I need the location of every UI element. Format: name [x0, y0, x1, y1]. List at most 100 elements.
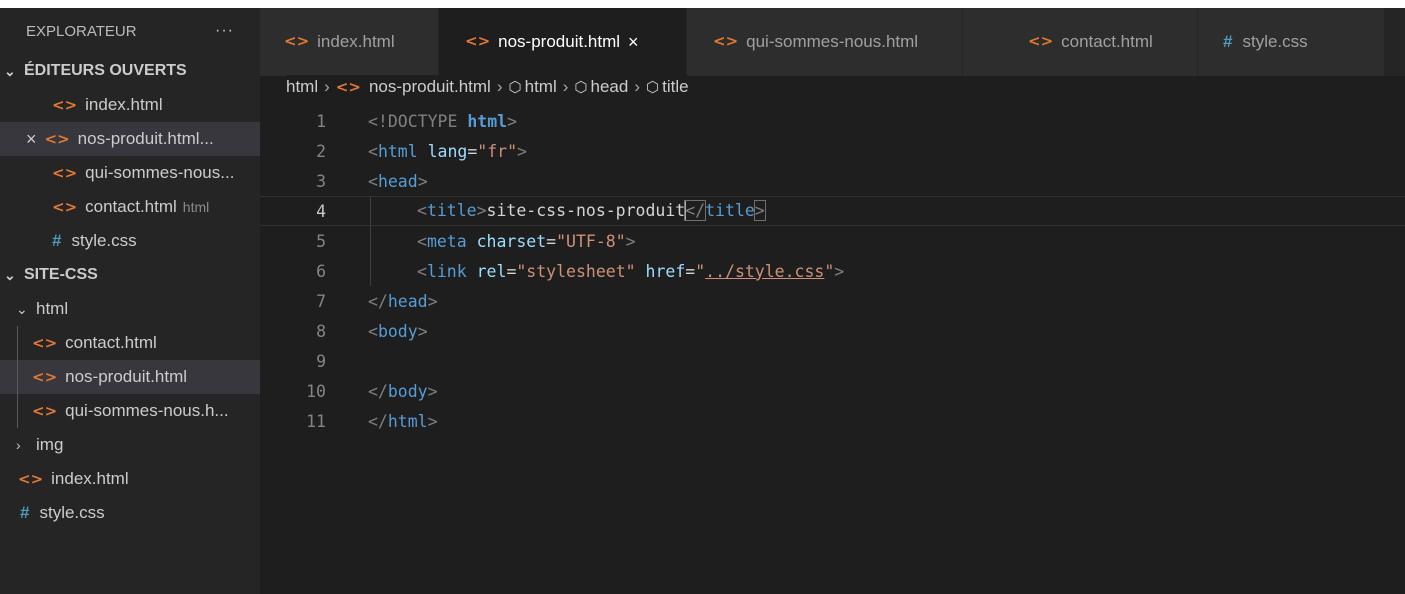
workspace-title: SITE-CSS: [24, 266, 98, 283]
token: <: [417, 231, 427, 251]
token: </: [684, 199, 707, 221]
tree-file-selected[interactable]: <> nos-produit.html: [0, 360, 260, 394]
token: <!DOCTYPE: [368, 111, 468, 131]
code-text: <html lang="fr">: [368, 142, 527, 161]
css-file-icon: #: [1223, 32, 1233, 51]
chevron-right-icon: ›: [634, 77, 641, 96]
token: meta: [426, 231, 467, 251]
code-line[interactable]: 7 </head>: [260, 286, 1405, 316]
indent-guide: [17, 394, 18, 428]
token: html: [467, 111, 508, 131]
breadcrumb-item[interactable]: head: [591, 77, 629, 97]
html-file-icon: <>: [32, 368, 58, 386]
token: <: [417, 261, 427, 281]
token: title: [426, 200, 477, 220]
token: lang: [417, 141, 468, 161]
tree-file[interactable]: <> contact.html: [0, 326, 260, 360]
open-editor-item[interactable]: <> qui-sommes-nous...: [0, 156, 260, 190]
html-file-icon: <>: [1028, 32, 1054, 50]
line-number: 3: [316, 171, 326, 191]
code-line[interactable]: 1 <!DOCTYPE html>: [260, 106, 1405, 136]
open-editor-item[interactable]: # style.css: [0, 224, 260, 258]
close-icon[interactable]: ×: [26, 129, 37, 150]
code-line[interactable]: 10 </body>: [260, 376, 1405, 406]
tree-file[interactable]: <> index.html: [0, 462, 260, 496]
token: ": [695, 261, 706, 281]
token: title: [705, 200, 755, 220]
line-number: 5: [316, 231, 326, 251]
open-editor-item[interactable]: <> contact.html html: [0, 190, 260, 224]
code-line[interactable]: 8 <body>: [260, 316, 1405, 346]
html-file-icon: <>: [713, 32, 739, 50]
token: =: [506, 261, 517, 281]
line-number: 2: [316, 141, 326, 161]
tree-file[interactable]: # style.css: [0, 496, 260, 530]
open-editor-label: contact.html: [85, 197, 177, 216]
code-text: </head>: [368, 292, 438, 311]
token: >: [476, 200, 487, 220]
token: >: [625, 231, 636, 251]
tab-nos-produit-html[interactable]: <> nos-produit.html ×: [439, 8, 687, 76]
tree-file[interactable]: <> qui-sommes-nous.h...: [0, 394, 260, 428]
line-number: 6: [316, 261, 326, 281]
code-text: </body>: [368, 382, 438, 401]
code-line[interactable]: 11 </html>: [260, 406, 1405, 436]
token: <: [417, 200, 427, 220]
file-link[interactable]: ../style.css: [705, 262, 824, 281]
tab-style-css[interactable]: # style.css: [1198, 8, 1385, 76]
code-line[interactable]: 9: [260, 346, 1405, 376]
tab-label: nos-produit.html: [498, 32, 621, 51]
file-label: index.html: [51, 469, 129, 488]
breadcrumb-item[interactable]: html: [525, 77, 557, 97]
html-file-icon: <>: [32, 402, 58, 420]
html-file-icon: <>: [44, 130, 70, 148]
token: <: [368, 321, 378, 341]
open-editor-item[interactable]: <> index.html: [0, 88, 260, 122]
code-line[interactable]: 2 <html lang="fr">: [260, 136, 1405, 166]
open-editor-label: nos-produit.html...: [77, 129, 214, 148]
folder-img[interactable]: › img: [0, 428, 260, 462]
chevron-down-icon: ⌄: [4, 62, 16, 79]
token: link: [426, 261, 467, 281]
tab-label: style.css: [1242, 32, 1308, 51]
tab-contact-html[interactable]: <> contact.html: [963, 8, 1198, 76]
token: "stylesheet": [516, 261, 636, 281]
explorer-header: EXPLORATEUR ···: [0, 8, 260, 54]
token: <: [368, 141, 378, 161]
token: >: [417, 321, 428, 341]
code-editor[interactable]: 1 <!DOCTYPE html> 2 <html lang="fr"> 3 <…: [260, 106, 1405, 594]
element-cube-icon: ⬡: [574, 79, 588, 96]
code-line[interactable]: 3 <head>: [260, 166, 1405, 196]
tab-index-html[interactable]: <> index.html: [260, 8, 439, 76]
editor-tabs: <> index.html <> nos-produit.html × <> q…: [260, 8, 1405, 76]
workspace-section[interactable]: ⌄ SITE-CSS: [0, 258, 260, 292]
code-line[interactable]: 5 <meta charset="UTF-8">: [260, 226, 1405, 256]
tab-label: index.html: [317, 32, 395, 51]
token: "fr": [477, 141, 518, 161]
more-actions-icon[interactable]: ···: [215, 22, 234, 40]
chevron-down-icon: ⌄: [4, 266, 16, 283]
breadcrumb-item[interactable]: html: [286, 77, 318, 97]
line-number: 1: [316, 111, 326, 131]
chevron-right-icon: ›: [324, 77, 330, 96]
open-editors-section[interactable]: ⌄ ÉDITEURS OUVERTS: [0, 54, 260, 88]
token: html: [387, 411, 428, 431]
code-line-current[interactable]: 4 <title>site-css-nos-produit</title>: [260, 196, 1405, 226]
close-icon[interactable]: ×: [628, 32, 639, 53]
html-file-icon: <>: [32, 334, 58, 352]
line-number: 8: [316, 321, 326, 341]
tab-label: contact.html: [1061, 32, 1153, 51]
folder-html[interactable]: ⌄ html: [0, 292, 260, 326]
html-file-icon: <>: [18, 470, 44, 488]
code-line[interactable]: 6 <link rel="stylesheet" href="../style.…: [260, 256, 1405, 286]
breadcrumb-item[interactable]: nos-produit.html: [369, 77, 491, 97]
line-number: 7: [316, 291, 326, 311]
token: >: [427, 291, 438, 311]
line-number: 9: [316, 351, 326, 371]
open-editor-item-active[interactable]: × <> nos-produit.html...: [0, 122, 260, 156]
open-editors-title: ÉDITEURS OUVERTS: [24, 62, 187, 79]
element-cube-icon: ⬡: [646, 79, 660, 96]
breadcrumb-item[interactable]: title: [662, 77, 688, 97]
token: =: [685, 261, 696, 281]
tab-qui-sommes-nous-html[interactable]: <> qui-sommes-nous.html: [687, 8, 963, 76]
